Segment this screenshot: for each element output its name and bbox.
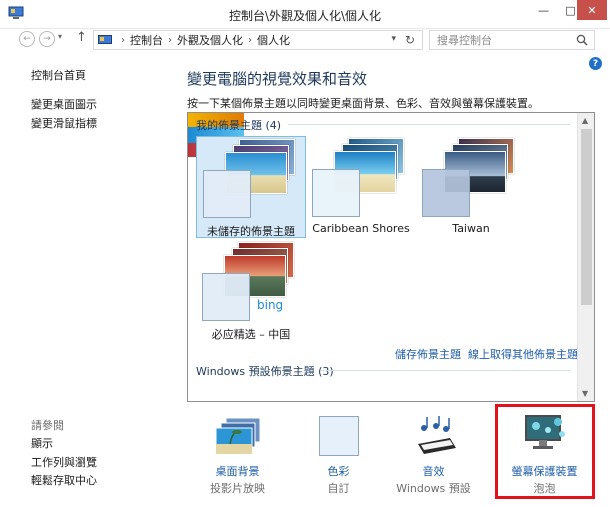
theme-list-scrollbar[interactable]: ▲ ▼ [577, 113, 594, 401]
see-also-heading: 請參閱 [31, 419, 64, 432]
taskbar-navigation-link[interactable]: 工作列與瀏覽 [31, 454, 97, 470]
breadcrumb-separator: › [248, 34, 252, 46]
address-bar[interactable]: › 控制台 › 外觀及個人化 › 個人化 ▾ ↻ [93, 30, 423, 50]
tile-name: 桌面背景 [215, 465, 260, 478]
address-dropdown-icon[interactable]: ▾ [391, 34, 396, 44]
help-icon[interactable]: ? [589, 57, 602, 70]
tile-name: 色彩 [327, 465, 350, 478]
color-tile[interactable]: 色彩 自訂 [291, 410, 386, 500]
control-panel-icon [98, 34, 112, 44]
change-desktop-icons-link[interactable]: 變更桌面圖示 [31, 96, 97, 112]
breadcrumb-personalization[interactable]: 個人化 [257, 32, 290, 48]
breadcrumb-appearance[interactable]: 外觀及個人化 [177, 32, 243, 48]
theme-color-swatch [203, 170, 251, 218]
svg-text:bing: bing [257, 298, 283, 312]
back-button[interactable]: ← [19, 31, 35, 47]
group-divider [288, 124, 570, 125]
minimize-button[interactable]: — [530, 0, 557, 20]
search-icon[interactable] [576, 34, 588, 46]
tile-value: 自訂 [327, 482, 350, 495]
bing-logo-icon: bing [257, 298, 283, 312]
theme-list[interactable]: 我的佈景主題 (4) 未儲存的佈景主題 Caribbean Shores Tai… [187, 112, 595, 402]
desktop-background-icon [215, 417, 261, 455]
close-button[interactable]: ✕ [577, 0, 607, 20]
forward-button[interactable]: → [39, 31, 55, 47]
theme-color-swatch [202, 273, 250, 321]
recent-locations-dropdown-icon[interactable]: ▾ [58, 32, 62, 41]
tile-value: Windows 預設 [396, 482, 471, 495]
scroll-down-icon[interactable]: ▼ [582, 389, 588, 398]
color-swatch-icon [319, 416, 359, 456]
search-placeholder: 搜尋控制台 [437, 34, 492, 47]
display-link[interactable]: 顯示 [31, 435, 53, 451]
scrollbar-thumb[interactable] [581, 129, 592, 305]
save-theme-link[interactable]: 儲存佈景主題 [395, 346, 461, 362]
my-themes-heading: 我的佈景主題 (4) [196, 119, 282, 132]
theme-label: Taiwan [452, 222, 490, 235]
theme-taiwan[interactable]: Taiwan [416, 136, 526, 238]
theme-bing-china[interactable]: bing 必应精选 – 中国 [196, 240, 306, 342]
page-title: 變更電腦的視覺效果和音效 [187, 70, 368, 88]
ease-of-access-link[interactable]: 輕鬆存取中心 [31, 472, 97, 488]
tile-value: 投影片放映 [210, 482, 265, 495]
breadcrumb-separator: › [168, 34, 172, 46]
theme-label: Caribbean Shores [312, 222, 410, 235]
page-description: 按一下某個佈景主題以同時變更桌面背景、色彩、音效與螢幕保護裝置。 [187, 97, 539, 110]
theme-color-swatch [312, 169, 360, 217]
breadcrumb-separator: › [121, 34, 125, 46]
theme-unsaved[interactable]: 未儲存的佈景主題 [196, 136, 306, 238]
group-divider [321, 370, 570, 371]
control-panel-home-link[interactable]: 控制台首頁 [31, 67, 86, 83]
get-more-themes-link[interactable]: 線上取得其他佈景主題 [468, 346, 578, 362]
theme-label: 未儲存的佈景主題 [207, 225, 295, 238]
sounds-icon [418, 416, 456, 454]
search-input[interactable]: 搜尋控制台 [429, 30, 595, 50]
desktop-background-tile[interactable]: 桌面背景 投影片放映 [190, 410, 285, 500]
windows-default-themes-heading: Windows 預設佈景主題 (3) [196, 365, 334, 378]
theme-color-swatch [422, 169, 470, 217]
tile-name: 音效 [422, 465, 445, 478]
scroll-up-icon[interactable]: ▲ [582, 116, 588, 125]
theme-label: 必应精选 – 中国 [211, 328, 291, 341]
title-bar: 控制台\外觀及個人化\個人化 — □ ✕ [0, 0, 610, 29]
breadcrumb-control-panel[interactable]: 控制台 [130, 32, 163, 48]
change-mouse-pointers-link[interactable]: 變更滑鼠指標 [31, 115, 97, 131]
window-title: 控制台\外觀及個人化\個人化 [228, 9, 382, 23]
up-button[interactable]: ↑ [76, 30, 87, 45]
refresh-button[interactable]: ↻ [405, 33, 415, 47]
annotation-highlight-box [495, 404, 595, 499]
theme-caribbean-shores[interactable]: Caribbean Shores [306, 136, 416, 238]
address-bar-row: ← → ▾ ↑ › 控制台 › 外觀及個人化 › 個人化 ▾ ↻ 搜尋控制台 [0, 29, 610, 51]
sounds-tile[interactable]: 音效 Windows 預設 [386, 410, 481, 500]
